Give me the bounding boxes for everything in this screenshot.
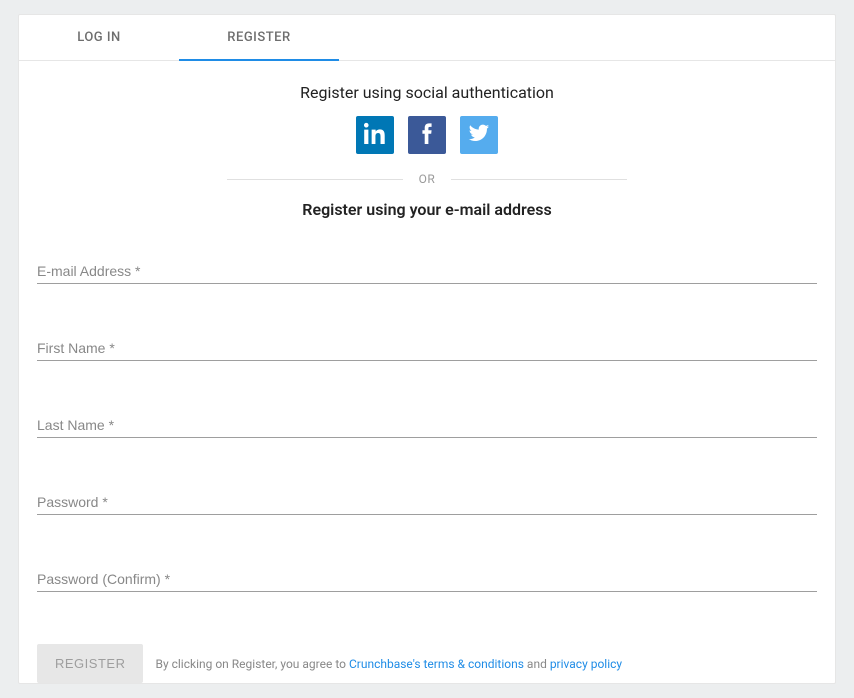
first-name-field-wrapper: [37, 336, 817, 361]
divider-line-right: [451, 179, 627, 180]
facebook-button[interactable]: [408, 116, 446, 154]
password-confirm-field[interactable]: [37, 567, 817, 592]
linkedin-icon: [364, 122, 386, 148]
tab-login-label: LOG IN: [77, 30, 121, 45]
or-divider: OR: [227, 172, 627, 186]
tab-register-label: REGISTER: [227, 30, 290, 45]
first-name-field[interactable]: [37, 336, 817, 361]
register-button[interactable]: REGISTER: [37, 644, 143, 683]
privacy-link[interactable]: privacy policy: [550, 657, 622, 671]
divider-line-left: [227, 179, 403, 180]
terms-link[interactable]: Crunchbase's terms & conditions: [349, 657, 524, 671]
password-field-wrapper: [37, 490, 817, 515]
password-field[interactable]: [37, 490, 817, 515]
register-content: Register using social authentication OR: [19, 61, 835, 684]
facebook-icon: [416, 122, 438, 148]
disclaimer-prefix: By clicking on Register, you agree to: [155, 657, 348, 671]
form-footer: REGISTER By clicking on Register, you ag…: [37, 644, 817, 683]
disclaimer-mid: and: [524, 657, 550, 671]
password-confirm-field-wrapper: [37, 567, 817, 592]
email-field[interactable]: [37, 259, 817, 284]
linkedin-button[interactable]: [356, 116, 394, 154]
tab-register[interactable]: REGISTER: [179, 15, 339, 60]
twitter-button[interactable]: [460, 116, 498, 154]
auth-tabs: LOG IN REGISTER: [19, 15, 835, 61]
last-name-field-wrapper: [37, 413, 817, 438]
register-card: LOG IN REGISTER Register using social au…: [18, 14, 836, 684]
social-buttons-row: [37, 116, 817, 154]
tab-login[interactable]: LOG IN: [19, 15, 179, 60]
last-name-field[interactable]: [37, 413, 817, 438]
email-auth-heading: Register using your e-mail address: [37, 200, 817, 219]
disclaimer-text: By clicking on Register, you agree to Cr…: [155, 657, 622, 671]
social-auth-heading: Register using social authentication: [37, 83, 817, 102]
email-field-wrapper: [37, 259, 817, 284]
twitter-icon: [468, 122, 490, 148]
divider-text: OR: [403, 172, 452, 186]
register-button-label: REGISTER: [55, 656, 125, 671]
